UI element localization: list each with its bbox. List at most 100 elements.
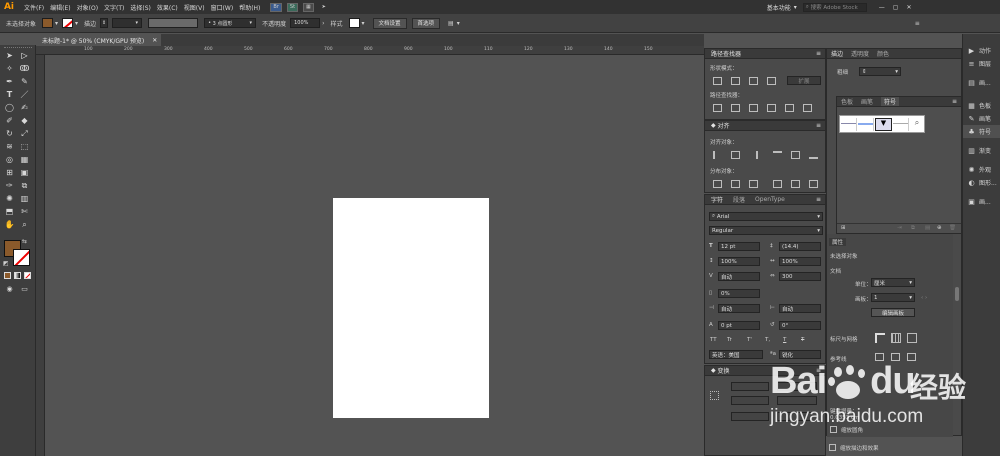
menu-help[interactable]: 帮助(H) [239,3,260,12]
underline-button[interactable]: T [783,337,786,343]
menu-object[interactable]: 对象(O) [77,3,98,12]
rotate-input[interactable] [731,412,769,421]
menu-window[interactable]: 窗口(W) [211,3,234,12]
tsume-input[interactable]: 0% [718,289,760,298]
eyedropper-icon[interactable]: ✑ [4,180,15,191]
stroke-color-box[interactable] [13,249,30,266]
search-stock-input[interactable]: ⌕ 搜索 Adobe Stock [802,2,867,12]
rotate-tool-icon[interactable]: ↻ [4,128,15,139]
properties-scrollbar[interactable] [955,287,959,301]
units-dropdown[interactable]: 厘米 ▾ [871,278,915,287]
grid-toggle-icon[interactable] [891,333,901,343]
none-mode-icon[interactable] [24,272,31,279]
tab-brushes[interactable]: 画笔 [861,97,873,106]
tab-swatches[interactable]: 色板 [841,97,853,106]
artboard-nav-icon[interactable]: ‹ › [921,295,927,301]
dock-swatches[interactable]: ▦ 色板 [963,99,1000,112]
distribute-right-icon[interactable] [809,180,818,188]
pixel-grid-icon[interactable] [907,333,917,343]
vertical-scale-input[interactable]: 100% [718,257,760,266]
magic-wand-icon[interactable]: ✧ [4,63,15,74]
outline-icon[interactable] [785,104,794,112]
distribute-center-icon[interactable] [791,180,800,188]
graphic-style-swatch[interactable] [348,18,360,28]
chevron-right-icon[interactable]: › [322,20,324,27]
small-caps-button[interactable]: Tr [727,337,732,343]
menu-edit[interactable]: 编辑(E) [50,3,70,12]
minus-front-icon[interactable] [731,77,740,85]
stock-button[interactable]: St [286,2,299,12]
swap-colors-icon[interactable]: ⇆ [22,238,27,245]
paintbrush-icon[interactable]: ✍ [19,102,30,113]
menu-select[interactable]: 选择(S) [130,3,151,12]
dock-graphic-styles[interactable]: ◐ 图形... [963,176,1000,189]
symbol-thumbnail[interactable] [893,118,909,131]
subscript-button[interactable]: T, [765,337,770,343]
close-icon[interactable]: ✕ [906,4,911,11]
workspace-switcher[interactable]: 基本功能 [767,3,791,12]
align-top-icon[interactable] [773,151,782,159]
column-graph-icon[interactable]: ▥ [19,193,30,204]
menu-file[interactable]: 文件(F) [24,3,44,12]
character-rotation-input[interactable]: 0° [779,321,821,330]
bridge-button[interactable]: Br [270,2,282,12]
type-tool-icon[interactable]: T [4,89,15,100]
exclude-icon[interactable] [767,77,776,85]
artboard-dropdown[interactable]: 1 ▾ [871,293,915,302]
ellipse-tool-icon[interactable]: ◯ [4,102,15,113]
align-right-icon[interactable] [749,151,758,159]
crop-icon[interactable] [767,104,776,112]
arrange-documents-icon[interactable]: ▦ [303,2,314,12]
font-size-input[interactable]: 12 pt [718,242,760,251]
distribute-middle-icon[interactable] [731,180,740,188]
align-bottom-icon[interactable] [809,151,818,159]
chevron-down-icon[interactable]: ▾ [75,20,78,27]
panel-menu-icon[interactable]: ≡ [816,122,821,129]
intersect-icon[interactable] [749,77,758,85]
strikethrough-button[interactable]: T [801,337,804,343]
horizontal-ruler[interactable]: 100 200 300 400 500 600 700 800 900 100 … [36,46,704,55]
selection-tool-icon[interactable]: ➤ [4,50,15,61]
distribute-bottom-icon[interactable] [749,180,758,188]
edit-artboard-button[interactable]: 编辑画板 [871,308,915,317]
align-center-icon[interactable] [731,151,740,159]
variable-width-dropdown[interactable] [148,18,199,28]
divide-icon[interactable] [713,104,722,112]
pen-tool-icon[interactable]: ✒ [4,76,15,87]
kerning-dropdown[interactable]: 自动 [718,272,760,281]
dock-brushes[interactable]: ✎ 画笔 [963,112,1000,125]
symbol-options-icon[interactable]: ▤ [925,225,930,231]
hand-tool-icon[interactable]: ✋ [4,219,15,230]
chevron-down-icon[interactable]: ▾ [362,20,365,27]
symbol-thumbnail[interactable]: ⌕ [910,118,924,131]
eraser-icon[interactable]: ◆ [19,115,30,126]
menu-type[interactable]: 文字(T) [104,3,124,12]
align-middle-icon[interactable] [791,151,800,159]
new-symbol-icon[interactable]: ⊕ [937,225,942,231]
slice-tool-icon[interactable]: ✄ [19,206,30,217]
symbol-thumbnail[interactable] [841,118,857,131]
tab-paragraph[interactable]: 段落 [733,195,745,204]
gradient-tool-icon[interactable]: ▣ [19,167,30,178]
panel-tab-pathfinder[interactable]: 路径查找器 ≡ [705,49,825,59]
dock-artboards[interactable]: ▤ 画... [963,76,1000,89]
trim-icon[interactable] [731,104,740,112]
screen-mode-icon[interactable]: ▭ [19,283,30,294]
ruler-toggle-icon[interactable] [875,333,885,343]
properties-tab[interactable]: 属性 [829,238,847,246]
maximize-icon[interactable]: ▢ [893,4,899,11]
align-left-icon[interactable] [713,151,722,159]
place-symbol-icon[interactable]: ⇥ [897,225,902,231]
font-style-dropdown[interactable]: Regular ▾ [709,226,823,235]
vertical-ruler[interactable] [36,55,45,456]
panel-menu-icon[interactable]: ≡ [816,196,821,203]
shape-builder-icon[interactable]: ◎ [4,154,15,165]
close-icon[interactable]: ✕ [152,37,157,44]
chevron-down-icon[interactable]: ▾ [457,20,460,27]
warp-tool-icon[interactable]: ≋ [4,141,15,152]
blend-tool-icon[interactable]: ⧉ [19,180,30,191]
opacity-label[interactable]: 不透明度 [262,19,286,28]
arrange-icon[interactable]: ▤ [448,20,454,27]
artboard-tool-icon[interactable]: ⬒ [4,206,15,217]
leading-input[interactable]: (14.4) [779,242,821,251]
